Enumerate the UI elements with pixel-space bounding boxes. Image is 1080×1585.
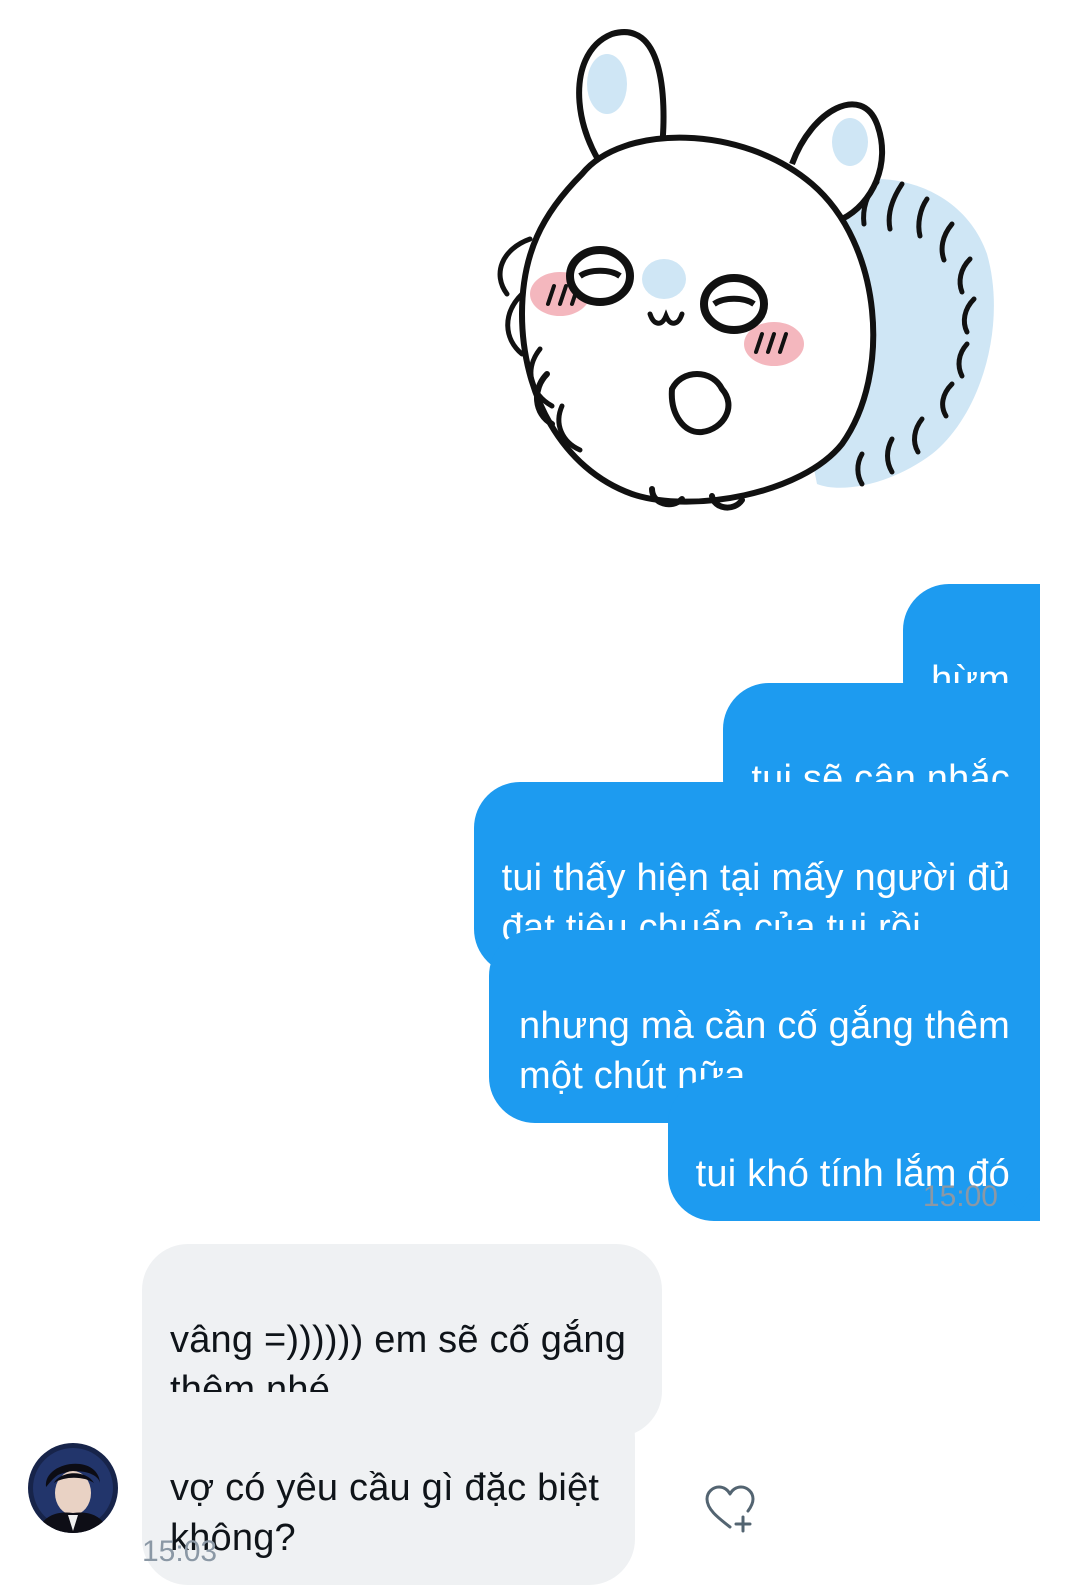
avatar-image [28,1443,118,1533]
squirrel-sticker-icon [497,29,994,511]
avatar[interactable] [28,1443,118,1533]
squirrel-sticker[interactable] [462,14,998,522]
check-icon [1010,1187,1038,1210]
heart-plus-icon[interactable] [703,1483,757,1533]
message-text: vợ có yêu cầu gì đặc biệt không? [170,1467,600,1559]
outgoing-timestamp: 15:00 [922,1180,998,1213]
incoming-timestamp: 15:03 [142,1535,218,1568]
